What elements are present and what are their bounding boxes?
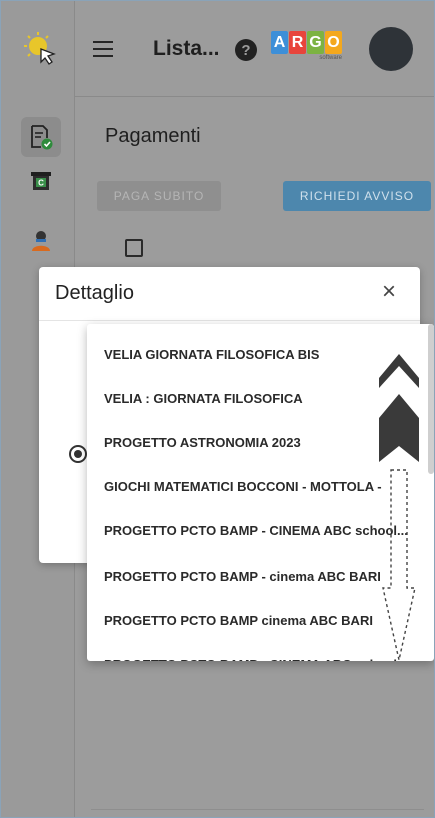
argo-logo-letter: G [307,31,324,54]
argo-logo-letter: A [271,31,288,54]
close-icon[interactable]: × [378,280,400,304]
event-dropdown-list[interactable]: VELIA GIORNATA FILOSOFICA BIS VELIA : GI… [87,324,434,661]
dropdown-option[interactable]: PROGETTO PCTO BAMP - cinema ABC BARI [104,555,414,599]
sidebar-item-profile[interactable] [21,221,61,261]
dropdown-option[interactable]: VELIA : GIORNATA FILOSOFICA [104,377,414,421]
dialog-title: Dettaglio [55,282,134,304]
argo-logo-letter: O [325,31,342,54]
dropdown-option[interactable]: PROGETTO ASTRONOMIA 2023 [104,421,414,465]
dropdown-option[interactable]: PROGETTO PCTO BAMP - CINEMA ABC school..… [104,509,414,553]
select-all-checkbox[interactable] [125,239,143,257]
page-title: Pagamenti [105,125,201,147]
richiedi-avviso-button[interactable]: RICHIEDI AVVISO [283,181,431,211]
divider [91,809,424,810]
scroll-hint-arrows-icon [379,354,419,660]
hamburger-menu-icon[interactable] [93,41,113,57]
dropdown-option[interactable]: PROGETTO PCTO BAMP cinema ABC BARI [104,599,414,643]
argo-logo-subtitle: software [319,55,342,61]
paga-subito-button[interactable]: PAGA SUBITO [97,181,221,211]
top-bar: Lista... ? A R G O software [75,1,434,97]
help-icon[interactable]: ? [235,39,257,61]
sidebar-item-receipts[interactable]: C [21,161,61,201]
app-title: Lista... [153,37,220,60]
receipt-c-icon: C [31,172,51,190]
dropdown-scrollbar[interactable] [428,324,434,474]
app-logo-icon[interactable] [23,31,59,67]
radio-button[interactable] [69,445,87,463]
avatar[interactable] [369,27,413,71]
dropdown-option[interactable]: VELIA GIORNATA FILOSOFICA BIS [104,333,414,377]
dialog-header: Dettaglio × [39,267,420,321]
dropdown-option[interactable]: PROGETTO PCTO BAMP - CINEMA ABC school..… [104,643,414,661]
svg-text:C: C [38,179,44,188]
user-profile-icon [32,231,50,251]
app-frame: C Lista... ? A R G O software Pagamenti … [0,0,435,818]
sidebar-item-payments[interactable] [21,117,61,157]
argo-logo: A R G O software [271,31,342,61]
dropdown-option[interactable]: GIOCHI MATEMATICI BOCCONI - MOTTOLA - [104,465,414,509]
payment-document-check-icon [31,125,53,150]
argo-logo-letter: R [289,31,306,54]
